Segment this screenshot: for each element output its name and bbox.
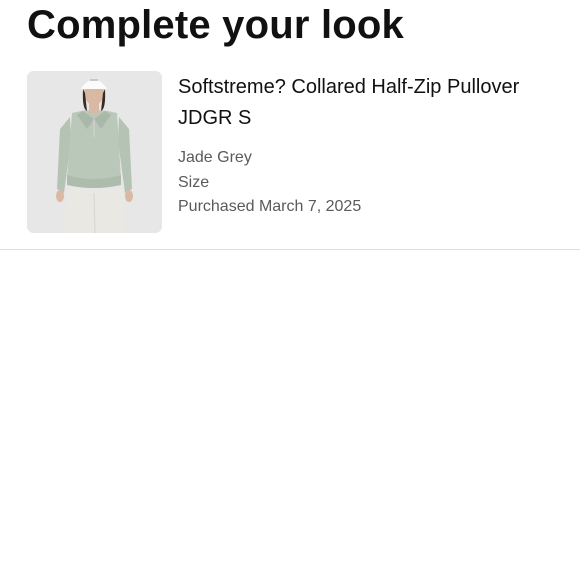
product-size: Size <box>178 173 210 191</box>
complete-your-look-section: Complete your look Softstreme? Collared … <box>0 0 580 580</box>
product-details: Softstreme? Collared Half-Zip Pullover J… <box>178 72 573 220</box>
product-card[interactable]: Softstreme? Collared Half-Zip Pullover J… <box>0 70 580 250</box>
product-photo-icon <box>27 71 162 233</box>
product-name[interactable]: Softstreme? Collared Half-Zip Pullover J… <box>178 72 573 134</box>
purchase-date: Purchased March 7, 2025 <box>178 198 362 215</box>
product-meta: Jade Grey Size Purchased March 7, 2025 <box>178 146 573 220</box>
product-color: Jade Grey <box>178 149 252 166</box>
section-title: Complete your look <box>27 3 404 47</box>
product-image[interactable] <box>27 71 162 233</box>
